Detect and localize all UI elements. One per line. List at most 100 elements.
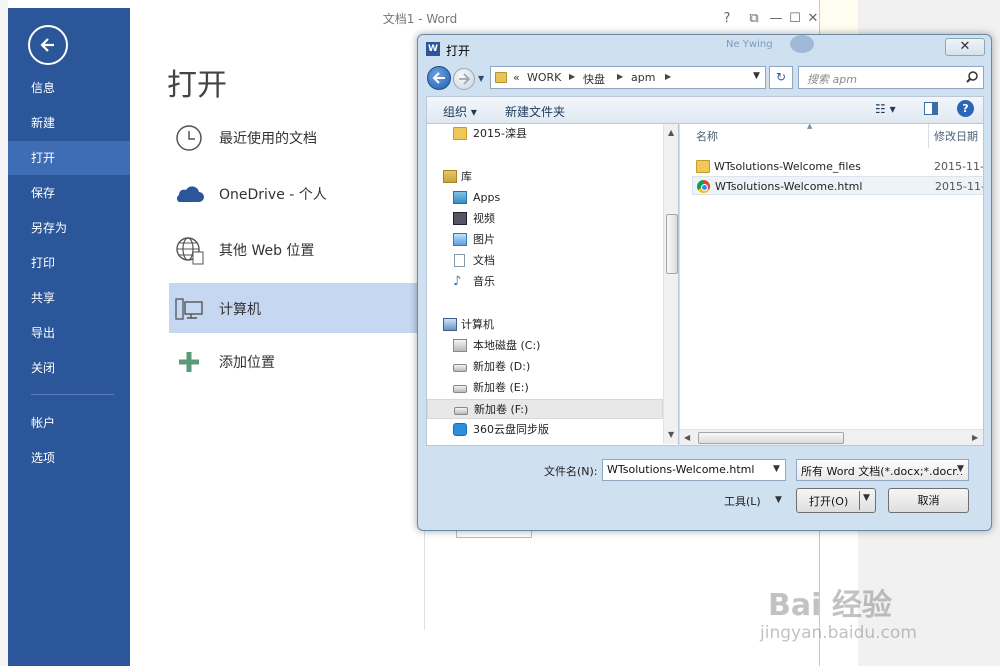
place-onedrive[interactable]: OneDrive - 个人: [169, 168, 429, 218]
tree-label: 新加卷 (F:): [474, 403, 529, 416]
plus-icon: [179, 352, 199, 372]
split-divider: [859, 491, 860, 510]
place-computer[interactable]: 计算机: [169, 283, 429, 333]
preview-pane-icon[interactable]: [924, 102, 938, 115]
tree-label: 库: [461, 170, 472, 183]
folder-icon: [495, 72, 507, 83]
dialog-close-button[interactable]: ✕: [945, 38, 985, 56]
chevron-down-icon[interactable]: ▼: [957, 464, 964, 474]
chevron-down-icon[interactable]: ▼: [773, 464, 780, 474]
place-recent[interactable]: 最近使用的文档: [169, 112, 429, 162]
column-header-name[interactable]: 名称: [696, 128, 718, 144]
clock-icon: [176, 125, 202, 151]
globe-icon: [176, 237, 204, 265]
watermark-url: jingyan.baidu.com: [760, 623, 917, 643]
forward-arrow-icon: [459, 73, 471, 85]
back-button[interactable]: [28, 25, 68, 65]
place-add[interactable]: 添加位置: [169, 336, 429, 386]
cancel-button[interactable]: 取消: [888, 488, 969, 513]
nav-open[interactable]: 打开: [8, 141, 130, 175]
breadcrumb-apm[interactable]: apm: [631, 71, 655, 84]
table-row[interactable]: WTsolutions-Welcome_files 2015-11-: [692, 157, 984, 176]
column-separator[interactable]: [928, 124, 929, 148]
folder-icon: [453, 127, 467, 140]
chevron-right-icon[interactable]: ▶: [569, 72, 575, 81]
filename-input[interactable]: WTsolutions-Welcome.html ▼: [602, 459, 786, 481]
drive-icon: [453, 385, 467, 393]
address-bar[interactable]: « WORK ▶ 快盘 ▶ apm ▶ ▼: [490, 66, 766, 89]
scroll-right-arrow[interactable]: ▶: [972, 433, 978, 442]
nav-options[interactable]: 选项: [8, 441, 130, 475]
tree-label: 图片: [473, 233, 495, 246]
ribbon-display-button[interactable]: ⧉: [743, 8, 765, 30]
open-button[interactable]: 打开(O) ▼: [796, 488, 876, 513]
chevron-down-icon[interactable]: ▼: [863, 493, 870, 503]
scrollbar-thumb[interactable]: [666, 214, 678, 274]
search-input[interactable]: 搜索 apm: [798, 66, 984, 89]
tree-label: 新加卷 (E:): [473, 381, 529, 394]
place-label: OneDrive - 个人: [219, 187, 327, 203]
apps-icon: [453, 191, 467, 204]
breadcrumb-prefix[interactable]: «: [513, 71, 520, 84]
nav-new[interactable]: 新建: [8, 106, 130, 140]
vertical-scrollbar[interactable]: ▲ ▼: [663, 124, 678, 444]
word-icon: W: [426, 42, 440, 56]
tree-label: 音乐: [473, 275, 495, 288]
cloud-sync-icon: [453, 423, 467, 436]
chrome-icon: [697, 180, 710, 193]
drive-c-icon: [453, 339, 467, 352]
horizontal-scrollbar[interactable]: ◀ ▶: [680, 429, 983, 445]
tree-label: 2015-滦县: [473, 127, 527, 140]
nav-share[interactable]: 共享: [8, 281, 130, 315]
scrollbar-thumb[interactable]: [698, 432, 844, 444]
organize-button[interactable]: 组织 ▾: [443, 103, 477, 120]
scroll-up-arrow[interactable]: ▲: [668, 128, 674, 137]
table-row[interactable]: WTsolutions-Welcome.html 2015-11-: [692, 176, 984, 195]
file-type-select[interactable]: 所有 Word 文档(*.docx;*.docm ▼: [796, 459, 969, 481]
nav-account[interactable]: 帐户: [8, 406, 130, 440]
drive-icon: [454, 407, 468, 415]
file-date: 2015-11-: [935, 180, 984, 193]
back-arrow-icon: [432, 72, 445, 84]
chevron-down-icon[interactable]: ▼: [775, 495, 782, 505]
close-button[interactable]: ✕: [802, 8, 819, 30]
window-title: 文档1 - Word: [382, 12, 458, 26]
tools-button[interactable]: 工具(L): [724, 493, 761, 509]
nav-forward-button[interactable]: [453, 68, 475, 90]
tree-item-drive-f[interactable]: 新加卷 (F:): [427, 399, 663, 419]
place-web[interactable]: 其他 Web 位置: [169, 224, 429, 274]
refresh-button[interactable]: ↻: [769, 66, 793, 89]
back-arrow-icon: [40, 38, 54, 52]
breadcrumb-kuaipan[interactable]: 快盘: [583, 71, 605, 87]
breadcrumb-work[interactable]: WORK: [527, 71, 561, 84]
nav-close[interactable]: 关闭: [8, 351, 130, 385]
nav-save-as[interactable]: 另存为: [8, 211, 130, 245]
chevron-down-icon[interactable]: ▼: [753, 71, 760, 81]
tree-label: 360云盘同步版: [473, 423, 549, 436]
chevron-right-icon[interactable]: ▶: [617, 72, 623, 81]
scroll-left-arrow[interactable]: ◀: [684, 433, 690, 442]
search-icon[interactable]: [965, 70, 979, 84]
music-icon: ♪: [453, 274, 462, 289]
computer-icon: [443, 318, 457, 331]
nav-save[interactable]: 保存: [8, 176, 130, 210]
nav-info[interactable]: 信息: [8, 71, 130, 105]
dialog-titlebar[interactable]: [418, 35, 991, 63]
file-name: WTsolutions-Welcome.html: [715, 180, 863, 193]
views-button[interactable]: ☷ ▾: [875, 102, 896, 116]
nav-export[interactable]: 导出: [8, 316, 130, 350]
chevron-right-icon[interactable]: ▶: [665, 72, 671, 81]
nav-back-button[interactable]: [427, 66, 451, 90]
help-button[interactable]: ?: [716, 8, 738, 30]
open-button-label: 打开(O): [809, 495, 849, 508]
file-date: 2015-11-: [934, 160, 984, 173]
nav-print[interactable]: 打印: [8, 246, 130, 280]
scroll-down-arrow[interactable]: ▼: [668, 430, 674, 439]
tree-label: 新加卷 (D:): [473, 360, 531, 373]
recent-locations-button[interactable]: ▼: [478, 74, 484, 83]
computer-icon: [175, 298, 203, 320]
help-icon[interactable]: ?: [957, 100, 974, 117]
place-label: 计算机: [219, 302, 261, 318]
column-header-date[interactable]: 修改日期: [934, 128, 978, 144]
new-folder-button[interactable]: 新建文件夹: [505, 103, 565, 120]
